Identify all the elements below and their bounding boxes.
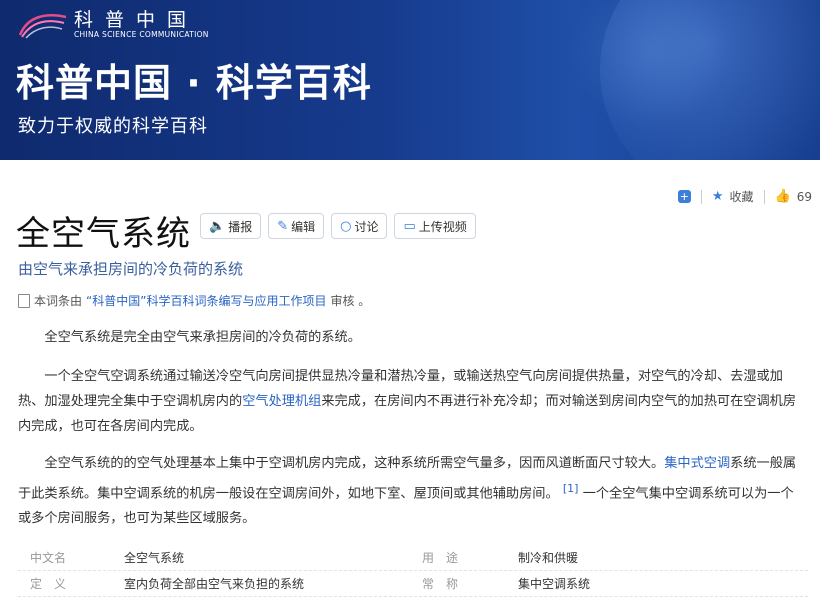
review-note: 本词条由 “科普中国”科学百科词条编写与应用工作项目 审核 。: [18, 292, 370, 309]
banner-subtitle: 致力于权威的科学百科: [18, 116, 208, 137]
review-project-link[interactable]: “科普中国”科学百科词条编写与应用工作项目: [86, 292, 326, 309]
air-handling-unit-link[interactable]: 空气处理机组: [242, 394, 321, 409]
like-count: 69: [796, 189, 812, 204]
edit-button[interactable]: ✎ 编辑: [268, 213, 325, 239]
star-icon[interactable]: ★: [712, 189, 724, 204]
info-key: 中文名: [30, 551, 67, 565]
paragraph-3: 全空气系统的的空气处理基本上集中于空调机房内完成，这种系统所需空气量多，因而风道…: [18, 451, 802, 531]
edit-icon: ✎: [277, 218, 289, 234]
info-value: 集中空调系统: [518, 577, 591, 591]
logo-swirl-icon: [18, 11, 68, 39]
page-title: 全空气系统: [16, 214, 191, 254]
info-key: 定 义: [30, 577, 67, 591]
speaker-icon: 🔈: [209, 218, 226, 234]
collect-button[interactable]: 收藏: [730, 188, 754, 205]
divider: [700, 189, 702, 204]
thumbs-up-icon[interactable]: 👍: [775, 189, 791, 204]
broadcast-button[interactable]: 🔈 播报: [200, 213, 262, 239]
logo-english-text: CHINA SCIENCE COMMUNICATION: [74, 30, 209, 39]
logo-chinese-text: 科普中国: [74, 9, 199, 31]
info-key: 常 称: [422, 577, 459, 591]
document-icon: [18, 293, 30, 308]
divider: [763, 189, 765, 204]
discuss-button[interactable]: ○ 讨论: [331, 213, 388, 239]
comment-icon: ○: [340, 218, 352, 234]
discuss-label: 讨论: [354, 219, 379, 234]
upload-video-label: 上传视频: [418, 219, 467, 234]
header-banner: 科普中国 CHINA SCIENCE COMMUNICATION 科普中国 · …: [0, 0, 820, 160]
banner-title: 科普中国 · 科学百科: [16, 61, 372, 105]
review-prefix: 本词条由: [34, 294, 83, 308]
paragraph-3-text-a: 全空气系统的的空气处理基本上集中于空调机房内完成，这种系统所需空气量多，因而风道…: [44, 456, 665, 471]
article-subtitle: 由空气来承担房间的冷负荷的系统: [18, 260, 244, 278]
info-row: 定 义 室内负荷全部由空气来负担的系统 常 称 集中空调系统: [18, 570, 808, 597]
article-toolbar: 🔈 播报 ✎ 编辑 ○ 讨论 ▭ 上传视频: [200, 213, 476, 239]
edit-label: 编辑: [291, 219, 316, 234]
site-logo[interactable]: 科普中国 CHINA SCIENCE COMMUNICATION: [18, 10, 209, 40]
video-icon: ▭: [403, 218, 416, 234]
reference-link[interactable]: [1]: [563, 482, 579, 495]
info-row: 中文名 全空气系统 用 途 制冷和供暖: [18, 544, 808, 571]
article-actions: + ★ 收藏 👍 69: [677, 188, 812, 205]
info-value: 室内负荷全部由空气来负担的系统: [124, 577, 305, 591]
review-suffix: 审核 。: [330, 294, 371, 308]
info-key: 用 途: [422, 551, 459, 565]
central-ac-link[interactable]: 集中式空调: [664, 456, 730, 471]
info-value: 全空气系统: [124, 551, 185, 565]
info-value: 制冷和供暖: [518, 551, 579, 565]
upload-video-button[interactable]: ▭ 上传视频: [394, 213, 476, 239]
broadcast-label: 播报: [228, 219, 253, 234]
paragraph-2: 一个全空气空调系统通过输送冷空气向房间提供显热冷量和潜热冷量，或输送热空气向房间…: [18, 364, 802, 439]
plus-square-icon[interactable]: +: [677, 190, 691, 203]
paragraph-1: 全空气系统是完全由空气来承担房间的冷负荷的系统。: [44, 330, 361, 345]
